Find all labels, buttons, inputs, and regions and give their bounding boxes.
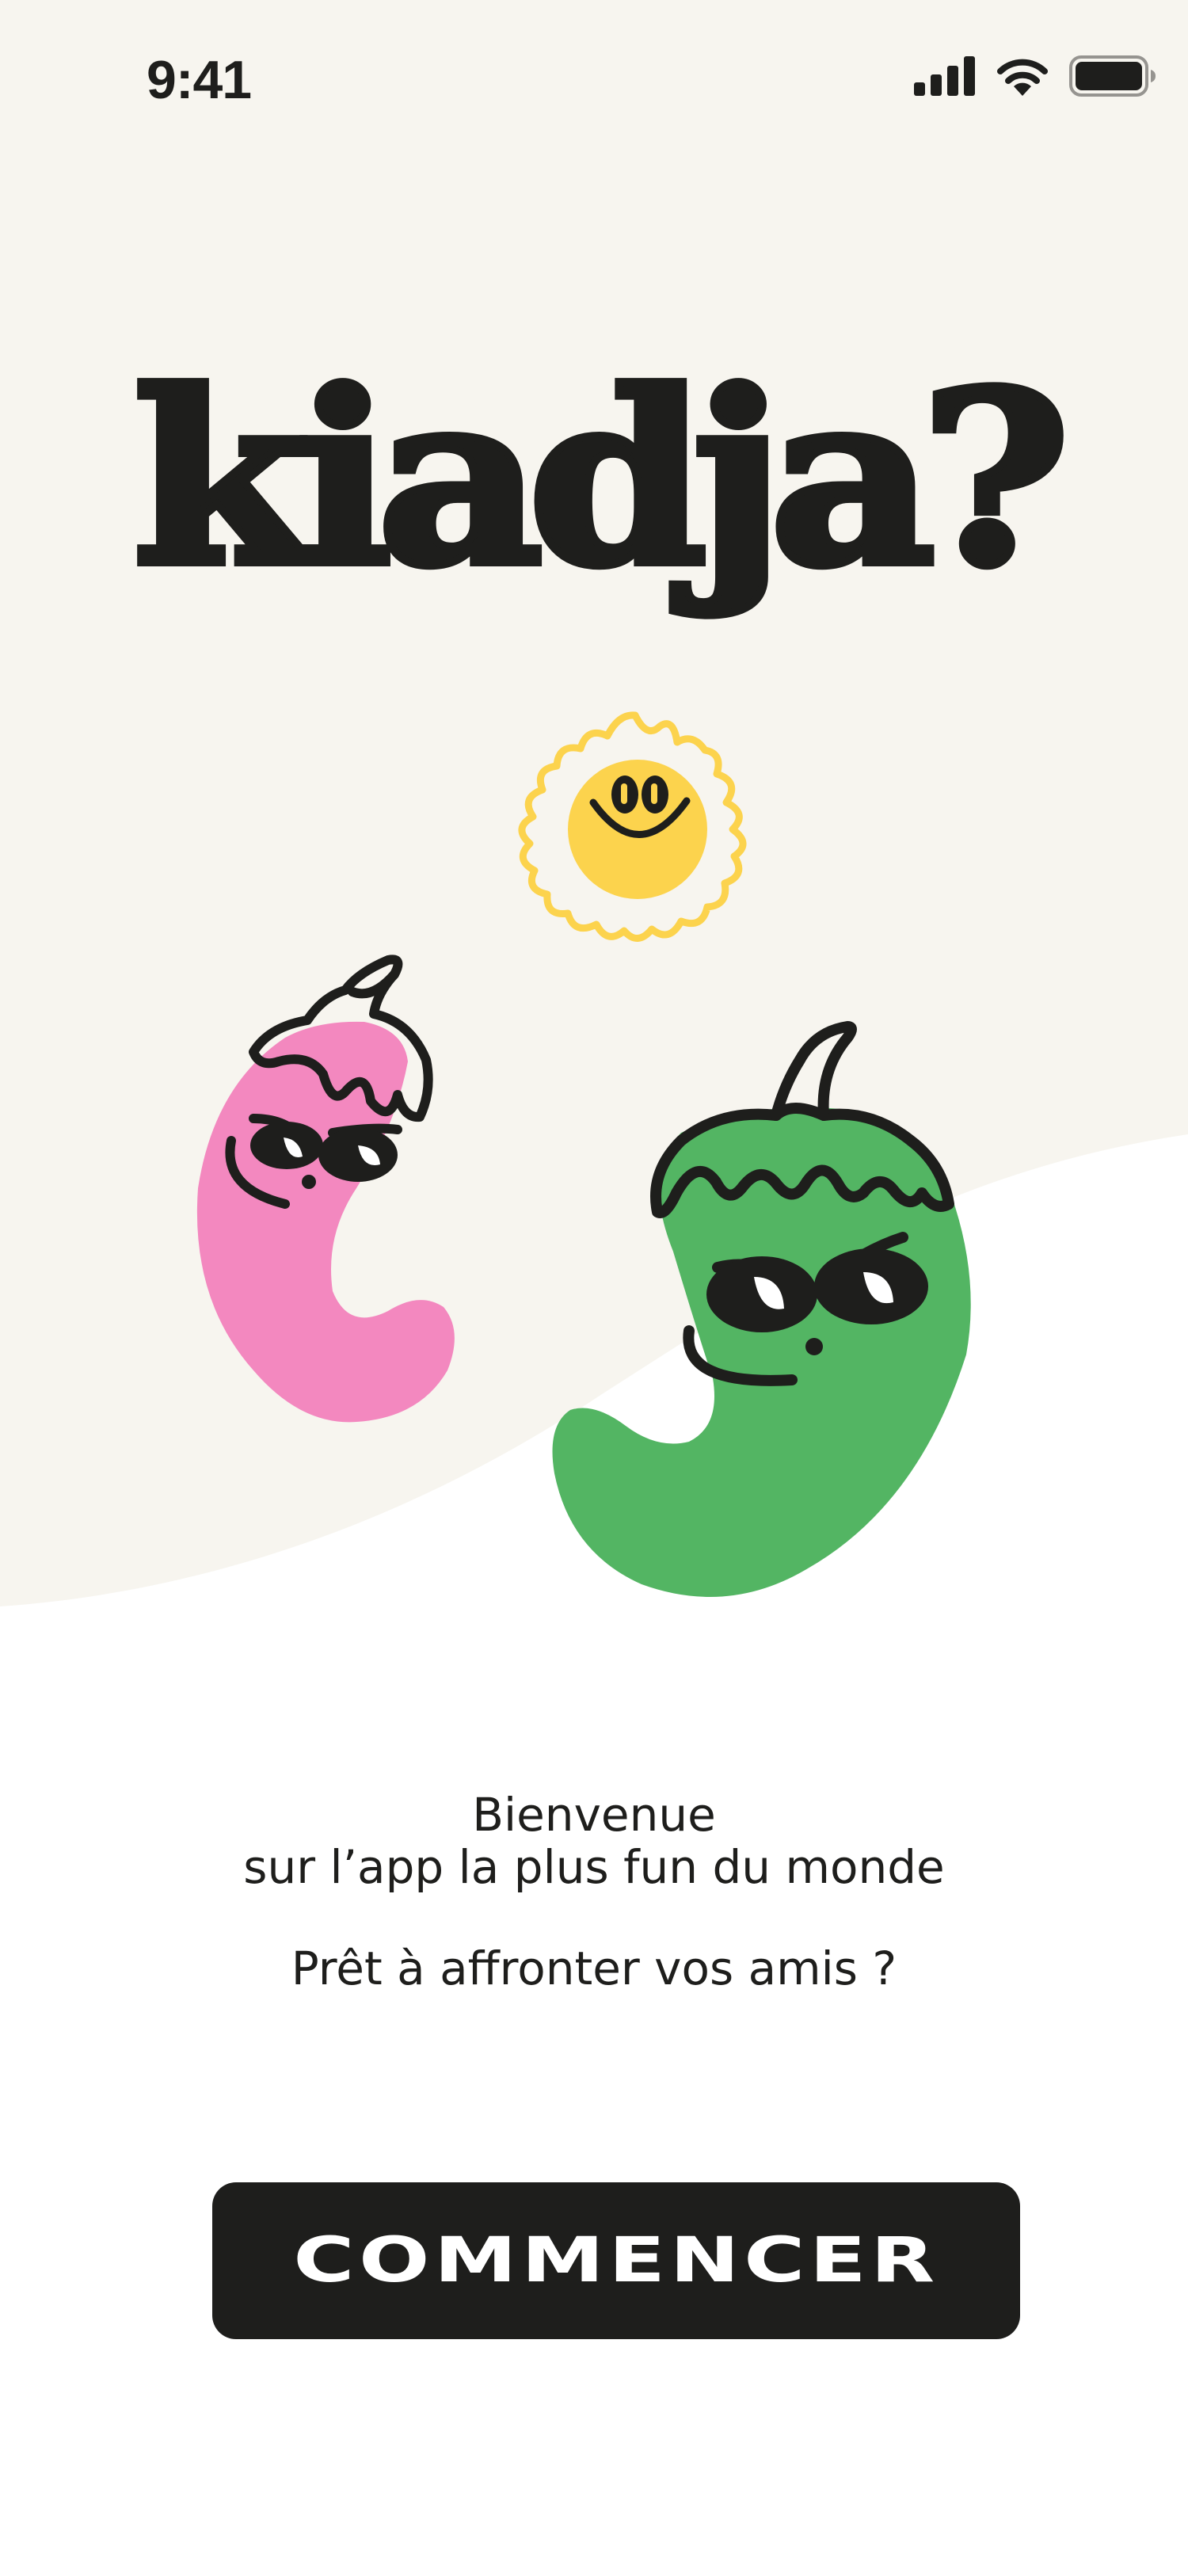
sun-character <box>518 711 747 942</box>
start-button[interactable]: COMMENCER <box>212 2182 1020 2339</box>
welcome-question: Prêt à affronter vos amis ? <box>291 1942 897 1995</box>
cellular-signal-icon <box>914 56 975 96</box>
green-pepper-character <box>552 1021 971 1597</box>
app-logo-text: kiadja? <box>128 339 1075 619</box>
status-bar: 9:41 <box>0 0 1188 166</box>
start-button-label: COMMENCER <box>293 2225 939 2296</box>
welcome-title: Bienvenue <box>472 1788 716 1842</box>
app-logo: kiadja? <box>0 339 1188 619</box>
welcome-screen: 9:41 kiadja? Bienvenue sur l’app la plus… <box>0 0 1188 2576</box>
welcome-subtitle: sur l’app la plus fun du monde <box>243 1840 945 1894</box>
wifi-icon <box>997 59 1048 96</box>
status-time: 9:41 <box>147 50 252 110</box>
pink-pepper-character <box>196 955 455 1423</box>
status-icons <box>914 55 1156 97</box>
welcome-message: Bienvenue sur l’app la plus fun du monde… <box>0 1789 1188 1995</box>
battery-icon <box>1069 55 1156 97</box>
